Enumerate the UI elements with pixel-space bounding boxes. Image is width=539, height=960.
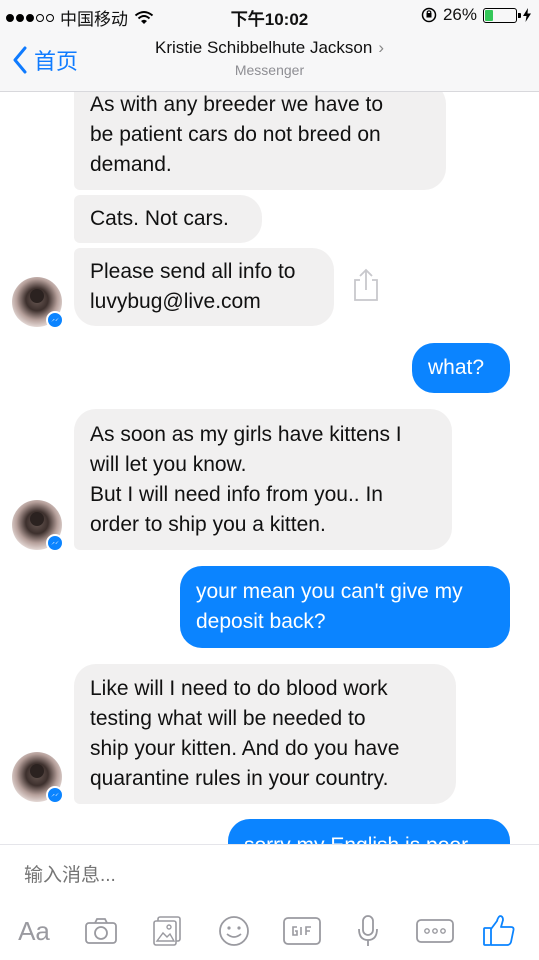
- incoming-message-bubble[interactable]: As with any breeder we have to be patien…: [74, 92, 446, 190]
- sticker-icon: [219, 916, 249, 946]
- contact-name-button[interactable]: Kristie Schibbelhute Jackson ›: [0, 38, 539, 58]
- battery-icon: [483, 7, 521, 23]
- message-composer: Aa: [0, 844, 539, 960]
- gif-button[interactable]: [281, 911, 323, 951]
- messenger-badge-icon: [46, 534, 64, 552]
- microphone-icon: [358, 915, 378, 946]
- message-input[interactable]: [24, 865, 504, 887]
- like-button[interactable]: [480, 911, 518, 951]
- message-text: what?: [428, 356, 485, 379]
- message-list[interactable]: As with any breeder we have to be patien…: [0, 92, 539, 844]
- photo-icon: [153, 916, 181, 946]
- battery-level: [485, 9, 494, 21]
- message-text: your mean you can't give my deposit back…: [196, 580, 463, 633]
- outgoing-message-bubble[interactable]: your mean you can't give my deposit back…: [180, 566, 510, 648]
- message-text: As soon as my girls have kittens I will …: [90, 423, 402, 536]
- incoming-message-bubble[interactable]: Please send all info to luvybug@live.com: [74, 248, 334, 326]
- charging-icon: [523, 8, 531, 22]
- text-format-button[interactable]: Aa: [14, 911, 54, 951]
- camera-button[interactable]: [82, 911, 120, 951]
- camera-icon: [85, 918, 117, 944]
- incoming-message-bubble[interactable]: Like will I need to do blood work testin…: [74, 664, 456, 804]
- message-text: Like will I need to do blood work testin…: [90, 677, 400, 790]
- status-right: 26%: [421, 5, 531, 25]
- voice-button[interactable]: [354, 911, 382, 951]
- status-bar: 中国移动 下午10:02 26%: [0, 0, 539, 32]
- outgoing-message-bubble[interactable]: what?: [412, 343, 510, 393]
- sticker-button[interactable]: [216, 911, 252, 951]
- message-text: sorry my English is poor: [244, 831, 494, 844]
- messenger-badge-icon: [46, 786, 64, 804]
- message-text: Cats. Not cars.: [90, 207, 229, 230]
- more-button[interactable]: [414, 911, 456, 951]
- chevron-right-icon: ›: [378, 38, 384, 57]
- incoming-message-bubble[interactable]: As soon as my girls have kittens I will …: [74, 409, 452, 550]
- orientation-lock-icon: [421, 7, 437, 23]
- thumbs-up-icon: [483, 915, 515, 946]
- gif-icon: [283, 917, 321, 945]
- battery-percent: 26%: [442, 5, 477, 24]
- message-text: As with any breeder we have to be patien…: [90, 93, 383, 176]
- message-text: Please send all info to luvybug@live.com: [90, 260, 296, 313]
- outgoing-message-bubble[interactable]: sorry my English is poor: [228, 819, 510, 844]
- composer-toolbar: Aa: [0, 911, 539, 951]
- header-subtitle: Messenger: [234, 62, 305, 78]
- photo-button[interactable]: [150, 911, 186, 951]
- contact-name: Kristie Schibbelhute Jackson: [154, 38, 373, 57]
- more-icon: [416, 919, 454, 943]
- incoming-message-bubble[interactable]: Cats. Not cars.: [74, 195, 262, 243]
- messenger-badge-icon: [46, 311, 64, 329]
- share-icon[interactable]: [351, 268, 381, 302]
- conversation-header: 首页 Kristie Schibbelhute Jackson › Messeng…: [0, 32, 539, 92]
